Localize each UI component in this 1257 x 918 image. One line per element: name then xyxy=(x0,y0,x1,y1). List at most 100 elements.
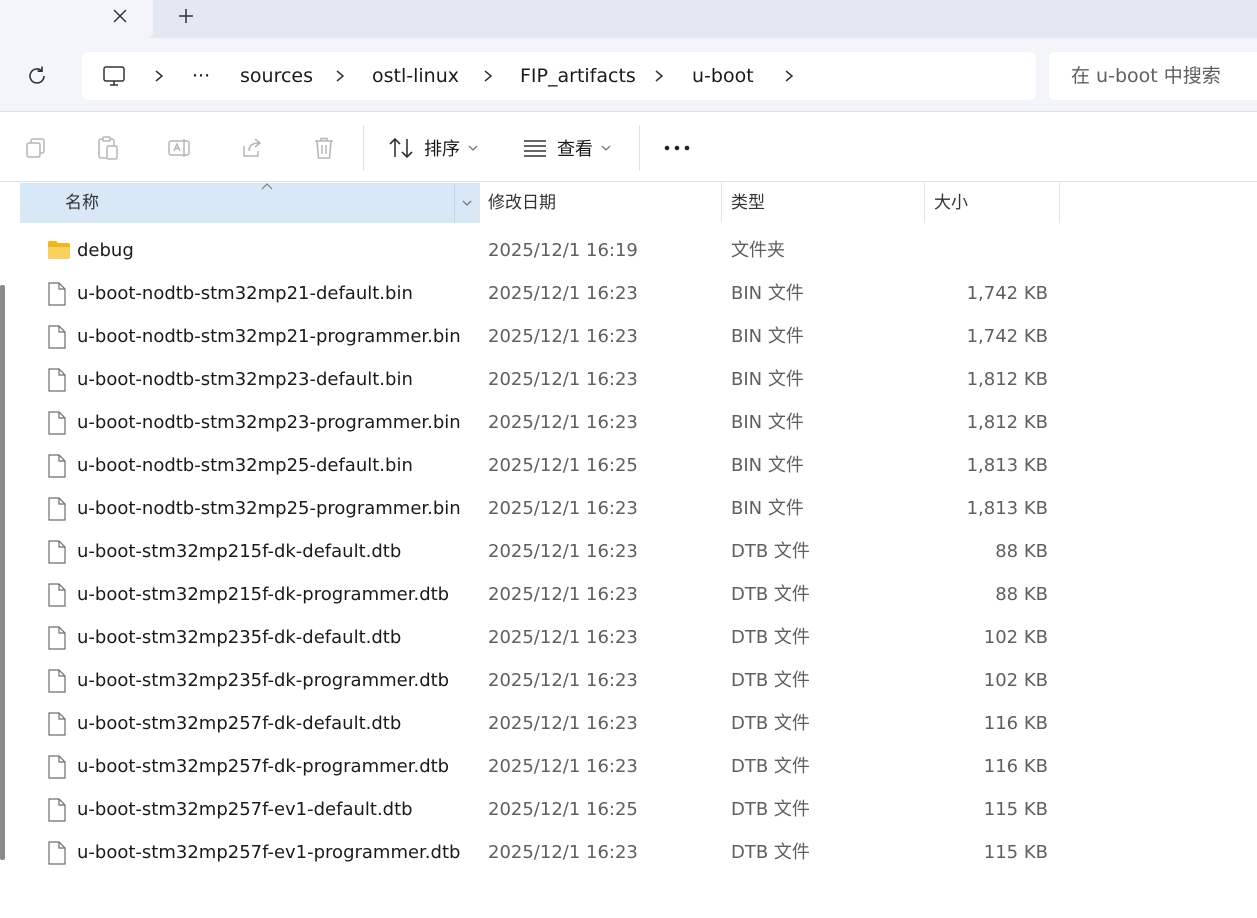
file-type: DTB 文件 xyxy=(731,541,810,562)
table-row[interactable]: u-boot-stm32mp257f-ev1-programmer.dtb 202… xyxy=(20,831,1257,874)
file-size: 102 KB xyxy=(983,670,1048,691)
chevron-down-icon xyxy=(601,145,611,151)
file-modified-date: 2025/12/1 16:23 xyxy=(488,627,638,648)
column-header-size-label: 大小 xyxy=(934,193,968,213)
file-size: 115 KB xyxy=(983,842,1048,863)
table-row[interactable]: u-boot-stm32mp257f-ev1-default.dtb 2025/1… xyxy=(20,788,1257,831)
file-modified-date: 2025/12/1 16:23 xyxy=(488,283,638,304)
file-modified-date: 2025/12/1 16:23 xyxy=(488,412,638,433)
chevron-down-icon xyxy=(468,145,478,151)
column-header-type[interactable]: 类型 xyxy=(721,183,924,223)
table-row[interactable]: u-boot-stm32mp215f-dk-programmer.dtb 2025… xyxy=(20,573,1257,616)
sort-button[interactable]: 排序 xyxy=(388,129,478,167)
file-type: DTB 文件 xyxy=(731,799,810,820)
plus-icon[interactable] xyxy=(173,3,199,29)
computer-icon[interactable] xyxy=(101,63,127,89)
file-icon xyxy=(47,325,69,349)
table-row[interactable]: u-boot-nodtb-stm32mp23-programmer.bin 202… xyxy=(20,401,1257,444)
column-header-name[interactable]: 名称 xyxy=(20,183,454,223)
table-row[interactable]: u-boot-stm32mp257f-dk-programmer.dtb 2025… xyxy=(20,745,1257,788)
column-header-modified[interactable]: 修改日期 xyxy=(478,183,721,223)
file-icon xyxy=(47,368,69,392)
file-icon xyxy=(47,755,69,779)
file-type: DTB 文件 xyxy=(731,627,810,648)
toolbar-separator xyxy=(639,125,640,171)
chevron-right-icon[interactable] xyxy=(782,69,796,83)
file-modified-date: 2025/12/1 16:25 xyxy=(488,455,638,476)
table-row[interactable]: u-boot-stm32mp235f-dk-default.dtb 2025/12… xyxy=(20,616,1257,659)
column-divider[interactable] xyxy=(1059,183,1060,223)
file-type: BIN 文件 xyxy=(731,369,804,390)
file-name: u-boot-stm32mp215f-dk-programmer.dtb xyxy=(77,584,450,605)
file-type: 文件夹 xyxy=(731,240,785,261)
chevron-right-icon[interactable] xyxy=(652,69,666,83)
column-header-size[interactable]: 大小 xyxy=(924,183,1059,223)
table-row[interactable]: u-boot-stm32mp215f-dk-default.dtb 2025/12… xyxy=(20,530,1257,573)
share-icon[interactable] xyxy=(239,135,265,161)
paste-icon[interactable] xyxy=(95,135,121,161)
file-type: BIN 文件 xyxy=(731,498,804,519)
view-list-icon xyxy=(524,140,546,157)
column-header-name-label: 名称 xyxy=(65,193,99,213)
file-icon xyxy=(47,583,69,607)
file-modified-date: 2025/12/1 16:23 xyxy=(488,713,638,734)
file-size: 88 KB xyxy=(995,584,1048,605)
file-name: u-boot-stm32mp257f-dk-default.dtb xyxy=(77,713,402,734)
command-bar: 排序 查看 xyxy=(0,113,1257,182)
table-row[interactable]: u-boot-nodtb-stm32mp23-default.bin 2025/1… xyxy=(20,358,1257,401)
file-icon xyxy=(47,841,69,865)
file-name: debug xyxy=(77,240,134,261)
file-name: u-boot-stm32mp257f-ev1-default.dtb xyxy=(77,799,413,820)
chevron-right-icon[interactable] xyxy=(152,69,166,83)
rename-icon[interactable] xyxy=(167,135,193,161)
file-type: DTB 文件 xyxy=(731,713,810,734)
folder-icon xyxy=(47,239,70,263)
file-modified-date: 2025/12/1 16:23 xyxy=(488,541,638,562)
file-size: 1,742 KB xyxy=(966,326,1048,347)
file-modified-date: 2025/12/1 16:25 xyxy=(488,799,638,820)
address-bar[interactable]: ··· sources ostl-linux FIP_artifacts u-b… xyxy=(82,52,1036,100)
table-row[interactable]: u-boot-nodtb-stm32mp25-programmer.bin 202… xyxy=(20,487,1257,530)
file-icon xyxy=(47,712,69,736)
file-size: 1,813 KB xyxy=(966,498,1048,519)
file-modified-date: 2025/12/1 16:23 xyxy=(488,326,638,347)
file-type: DTB 文件 xyxy=(731,842,810,863)
scrollbar[interactable] xyxy=(0,285,5,860)
file-icon xyxy=(47,497,69,521)
file-name: u-boot-nodtb-stm32mp23-default.bin xyxy=(77,369,413,390)
view-label: 查看 xyxy=(557,139,593,160)
close-icon[interactable] xyxy=(108,4,132,28)
copy-icon[interactable] xyxy=(23,135,49,161)
table-row[interactable]: u-boot-nodtb-stm32mp21-default.bin 2025/1… xyxy=(20,272,1257,315)
chevron-right-icon[interactable] xyxy=(481,69,495,83)
breadcrumb-overflow[interactable]: ··· xyxy=(192,52,210,100)
file-icon xyxy=(47,626,69,650)
breadcrumb-u-boot[interactable]: u-boot xyxy=(692,52,754,100)
file-icon xyxy=(47,540,69,564)
navigation-bar: ··· sources ostl-linux FIP_artifacts u-b… xyxy=(0,38,1257,112)
view-button[interactable]: 查看 xyxy=(523,129,611,167)
breadcrumb-ostl-linux[interactable]: ostl-linux xyxy=(372,52,459,100)
toolbar-separator xyxy=(363,125,364,171)
refresh-icon[interactable] xyxy=(24,63,50,89)
table-row[interactable]: u-boot-nodtb-stm32mp25-default.bin 2025/1… xyxy=(20,444,1257,487)
file-modified-date: 2025/12/1 16:19 xyxy=(488,240,638,261)
file-icon xyxy=(47,282,69,306)
search-input[interactable]: 在 u-boot 中搜索 xyxy=(1049,52,1257,100)
breadcrumb-fip-artifacts[interactable]: FIP_artifacts xyxy=(520,52,636,100)
table-row[interactable]: debug 2025/12/1 16:19 文件夹 xyxy=(20,229,1257,272)
sort-ascending-icon xyxy=(261,183,273,190)
file-icon xyxy=(47,669,69,693)
file-name: u-boot-stm32mp235f-dk-default.dtb xyxy=(77,627,402,648)
breadcrumb-sources[interactable]: sources xyxy=(240,52,313,100)
column-filter-dropdown[interactable] xyxy=(454,183,479,223)
chevron-right-icon[interactable] xyxy=(333,69,347,83)
table-row[interactable]: u-boot-nodtb-stm32mp21-programmer.bin 202… xyxy=(20,315,1257,358)
active-tab[interactable] xyxy=(0,0,153,38)
delete-icon[interactable] xyxy=(311,135,337,161)
more-options-icon[interactable] xyxy=(664,135,690,161)
column-header-row: 名称 修改日期 类型 大小 xyxy=(20,183,1257,223)
tab-strip xyxy=(0,0,1257,38)
table-row[interactable]: u-boot-stm32mp257f-dk-default.dtb 2025/12… xyxy=(20,702,1257,745)
table-row[interactable]: u-boot-stm32mp235f-dk-programmer.dtb 2025… xyxy=(20,659,1257,702)
